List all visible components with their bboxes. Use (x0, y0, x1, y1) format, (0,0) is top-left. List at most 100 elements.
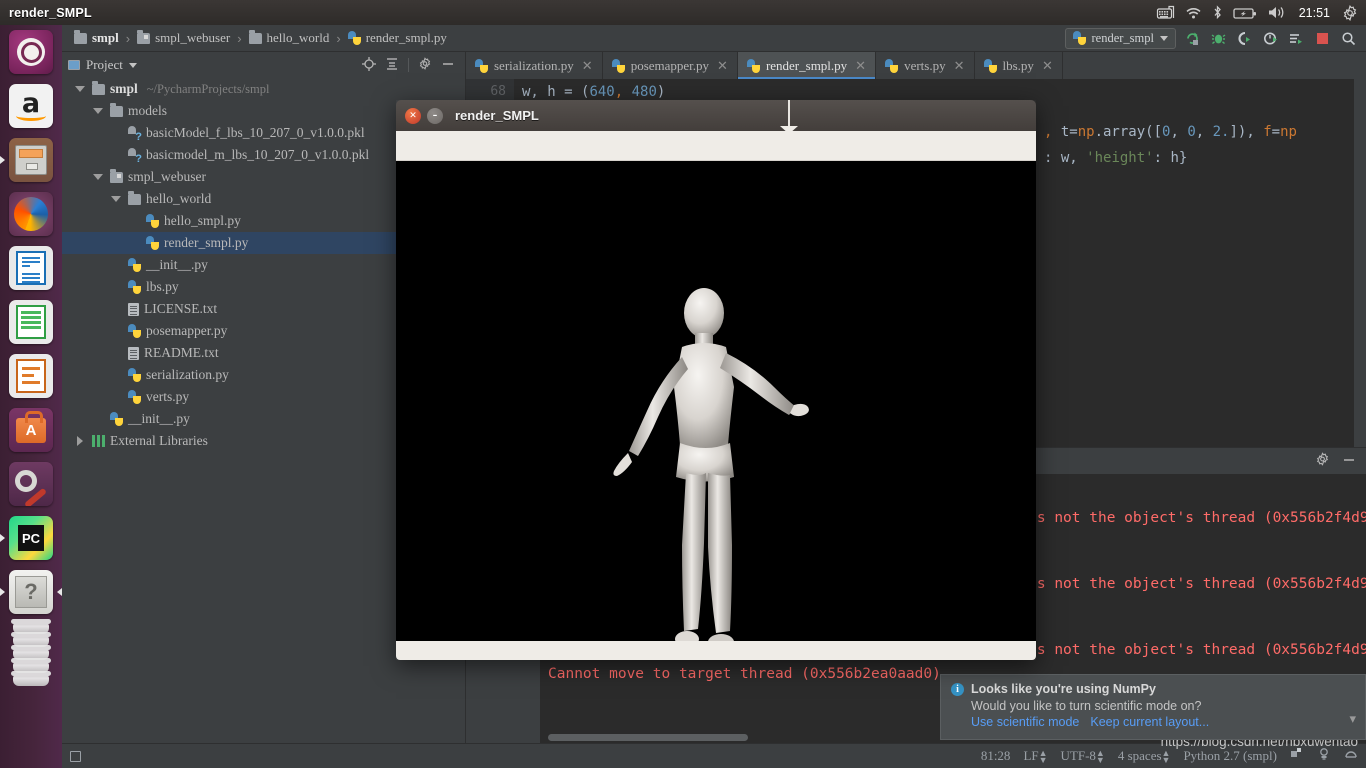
close-icon[interactable]: ✕ (405, 107, 421, 124)
profile-icon[interactable] (1261, 29, 1280, 48)
render-window-titlebar[interactable]: ✕ – render_SMPL (396, 100, 1036, 134)
text-file-icon (128, 346, 139, 360)
keep-current-layout-link[interactable]: Keep current layout... (1090, 715, 1209, 729)
close-icon[interactable]: ✕ (954, 58, 965, 74)
breadcrumb-item-smpl-webuser[interactable]: smpl_webuser (135, 29, 232, 46)
indent-setting[interactable]: 4 spaces▲ ▼ (1118, 748, 1171, 765)
breadcrumb-item-hello-world[interactable]: hello_world (247, 29, 332, 46)
launcher-item-pycharm[interactable]: PC (0, 511, 62, 565)
python-file-icon (475, 58, 488, 73)
caret-down-icon[interactable] (91, 174, 105, 180)
run-configuration-label: render_smpl (1091, 30, 1154, 45)
console-horizontal-scrollbar[interactable] (548, 734, 748, 741)
caret-position[interactable]: 81:28 (981, 748, 1011, 764)
python-file-icon (128, 280, 141, 294)
coverage-icon[interactable] (1235, 29, 1254, 48)
launcher-item-ubuntu-dash[interactable] (0, 25, 62, 79)
launcher-item-help[interactable]: ? (0, 565, 62, 619)
close-icon[interactable]: ✕ (582, 58, 593, 74)
tab-verts-py[interactable]: verts.py ✕ (876, 52, 975, 79)
encoding[interactable]: UTF-8▲ ▼ (1061, 748, 1105, 765)
tree-item-label: External Libraries (110, 433, 208, 448)
python-file-icon (128, 390, 141, 404)
volume-icon[interactable] (1267, 5, 1287, 20)
locate-icon[interactable] (362, 56, 376, 74)
balloon-actions: Use scientific mode Keep current layout.… (951, 715, 1355, 729)
rerun-icon[interactable] (1183, 29, 1202, 48)
vcs-icon[interactable] (1290, 747, 1304, 765)
python-interpreter[interactable]: Python 2.7 (smpl) (1183, 748, 1277, 764)
running-indicator-left (0, 588, 5, 596)
breadcrumb-item-smpl[interactable]: smpl (72, 29, 121, 46)
wifi-icon[interactable] (1185, 6, 1202, 20)
folder-icon (74, 29, 87, 44)
caret-right-icon[interactable] (73, 436, 87, 446)
library-icon (92, 435, 105, 447)
toggle-tool-windows-icon[interactable] (70, 750, 81, 762)
search-icon[interactable] (1339, 29, 1358, 48)
clock[interactable]: 21:51 (1297, 6, 1332, 20)
code-line-1: w, h = (640, 480) (522, 84, 666, 100)
tree-item-label: posemapper.py (146, 323, 228, 338)
use-scientific-mode-link[interactable]: Use scientific mode (971, 715, 1079, 729)
caret-down-icon[interactable] (91, 108, 105, 114)
tab-posemapper-py[interactable]: posemapper.py ✕ (603, 52, 738, 79)
run-with-console-icon[interactable] (1287, 29, 1306, 48)
keyboard-icon[interactable] (1156, 5, 1175, 20)
hide-icon[interactable] (441, 57, 455, 74)
launcher-item-libreoffice-writer[interactable] (0, 241, 62, 295)
tree-item-smpl[interactable]: smpl ~/PycharmProjects/smpl (62, 78, 465, 100)
python-file-icon (110, 412, 123, 426)
settings-icon[interactable] (418, 56, 432, 74)
close-icon[interactable]: ✕ (717, 58, 728, 74)
mouse-cursor (780, 100, 798, 134)
stop-icon[interactable] (1313, 29, 1332, 48)
launcher-item-ubuntu-software[interactable]: A (0, 403, 62, 457)
launcher-item-amazon[interactable]: a (0, 79, 62, 133)
bluetooth-icon[interactable] (1212, 5, 1223, 20)
line-separator[interactable]: LF▲ ▼ (1023, 748, 1047, 765)
tree-item-path: ~/PycharmProjects/smpl (146, 81, 270, 96)
tab-render-smpl-py[interactable]: render_smpl.py ✕ (737, 52, 877, 79)
launcher-item-files[interactable] (0, 133, 62, 187)
breadcrumb-label: hello_world (266, 30, 330, 45)
tab-serialization-py[interactable]: serialization.py ✕ (466, 52, 603, 79)
editor-scrollbar[interactable] (1354, 79, 1366, 447)
battery-icon[interactable] (1233, 6, 1257, 20)
chevron-down-icon[interactable] (128, 62, 137, 68)
memory-icon[interactable] (1344, 747, 1358, 765)
launcher-item-firefox[interactable] (0, 187, 62, 241)
python-file-icon (983, 58, 997, 73)
collapse-all-icon[interactable] (385, 57, 399, 74)
debug-icon[interactable] (1209, 29, 1228, 48)
caret-down-icon[interactable] (109, 196, 123, 202)
firefox-icon (9, 192, 53, 236)
project-window-icon (68, 60, 80, 70)
gear-icon[interactable] (1342, 4, 1358, 21)
tab-lbs-py[interactable]: lbs.py ✕ (975, 52, 1063, 79)
panel-indicators: 21:51 (1156, 4, 1366, 21)
caret-down-icon[interactable] (73, 86, 87, 92)
breadcrumb-label: smpl (92, 30, 119, 45)
run-configuration-selector[interactable]: render_smpl (1064, 27, 1176, 49)
text-file-icon (128, 302, 139, 316)
tree-item-label: lbs.py (146, 279, 179, 294)
close-icon[interactable]: ✕ (1042, 58, 1053, 74)
folder-icon (248, 29, 262, 44)
balloon-title: Looks like you're using NumPy (971, 682, 1156, 696)
launcher-item-system-settings[interactable] (0, 457, 62, 511)
python-file-icon (128, 368, 141, 382)
minimize-icon[interactable]: – (427, 107, 443, 124)
launcher-item-trash[interactable] (0, 619, 62, 739)
breadcrumb-item-render-smpl-py[interactable]: render_smpl.py (346, 30, 449, 46)
run-toolbar: render_smpl (1064, 27, 1366, 49)
close-icon[interactable]: ✕ (855, 58, 866, 74)
python-file-icon (611, 58, 625, 73)
launcher-item-libreoffice-calc[interactable] (0, 295, 62, 349)
render-canvas[interactable] (396, 161, 1036, 641)
settings-icon[interactable] (1315, 452, 1330, 470)
hide-icon[interactable] (1342, 453, 1356, 470)
launcher-item-libreoffice-impress[interactable] (0, 349, 62, 403)
chevron-down-icon[interactable]: ▾ (1349, 711, 1356, 727)
inspection-icon[interactable] (1317, 747, 1331, 765)
